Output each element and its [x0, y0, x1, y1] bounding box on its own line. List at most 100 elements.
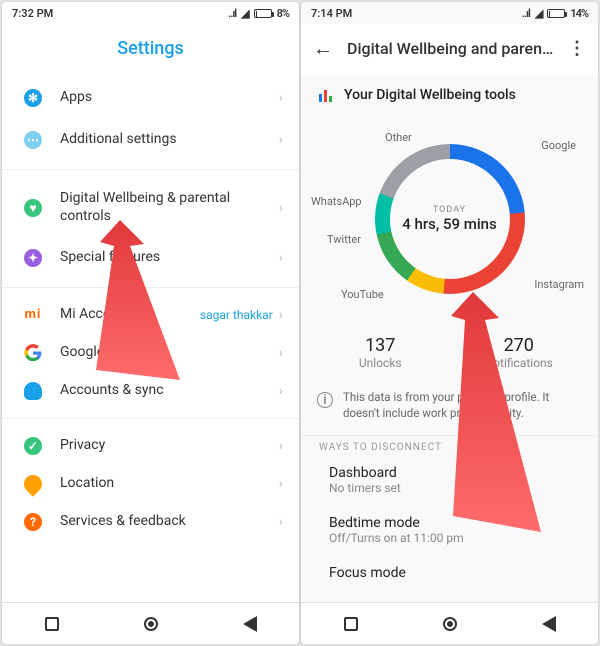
wellbeing-screen: 7:14 PM ..ıl ◢ 14% ← Digital Wellbeing a… [301, 2, 598, 644]
battery-icon [254, 9, 272, 18]
row-label: Digital Wellbeing & parental controls [46, 190, 279, 225]
chevron-right-icon: › [279, 307, 283, 323]
mi-icon: mi [25, 307, 42, 322]
back-button[interactable] [542, 616, 556, 632]
tools-label: Your Digital Wellbeing tools [344, 87, 516, 103]
setting-sub: Off/Turns on at 11:00 pm [329, 531, 570, 545]
chevron-right-icon: › [279, 250, 283, 266]
back-button[interactable] [243, 616, 257, 632]
wellbeing-icon: ♥ [24, 199, 42, 217]
status-time: 7:32 PM [12, 7, 53, 20]
status-icons: ..ıl ◢ 8% [228, 7, 289, 20]
row-label: Apps [46, 89, 279, 107]
google-icon [20, 344, 46, 362]
settings-row-apps[interactable]: ✻ Apps › [2, 77, 299, 119]
setting-sub: No timers set [329, 481, 570, 495]
settings-row-special[interactable]: ✦ Special features › [2, 237, 299, 279]
page-title: Settings [2, 24, 299, 77]
chevron-right-icon: › [279, 476, 283, 492]
battery-percent: 8% [277, 7, 289, 20]
home-button[interactable] [144, 617, 158, 631]
setting-title: Bedtime mode [329, 515, 570, 531]
chevron-right-icon: › [279, 514, 283, 530]
setting-focus[interactable]: Focus mode [301, 555, 598, 591]
location-icon [20, 471, 45, 496]
back-icon[interactable]: ← [313, 36, 333, 61]
accounts-icon [24, 382, 42, 400]
battery-percent: 14% [570, 7, 588, 20]
nav-bar [301, 602, 598, 644]
info-icon: i [317, 392, 333, 408]
chevron-right-icon: › [279, 383, 283, 399]
nav-bar [2, 602, 299, 644]
divider [2, 287, 299, 288]
settings-row-location[interactable]: Location › [2, 465, 299, 503]
setting-dashboard[interactable]: Dashboard No timers set [301, 455, 598, 505]
screen-time-chart[interactable]: TODAY 4 hrs, 59 mins Google Instagram Yo… [301, 109, 598, 329]
stat-label: Unlocks [311, 356, 450, 370]
privacy-icon: ✓ [24, 437, 42, 455]
chart-icon [319, 88, 332, 102]
row-label: Special features [46, 249, 279, 267]
stat-value: 270 [450, 335, 589, 356]
app-bar: ← Digital Wellbeing and paren… ⋮ [301, 24, 598, 75]
row-side: sagar thakkar [200, 308, 273, 322]
chevron-right-icon: › [279, 200, 283, 216]
segment-label-other: Other [385, 131, 412, 144]
donut-chart: TODAY 4 hrs, 59 mins [375, 144, 525, 294]
settings-row-privacy[interactable]: ✓ Privacy › [2, 427, 299, 465]
duration-value: 4 hrs, 59 mins [402, 215, 496, 233]
divider [2, 169, 299, 170]
row-label: Additional settings [46, 131, 279, 149]
row-label: Google [46, 344, 279, 362]
chevron-right-icon: › [279, 345, 283, 361]
additional-icon: ⋯ [24, 131, 42, 149]
status-bar: 7:32 PM ..ıl ◢ 8% [2, 2, 299, 24]
section-header: WAYS TO DISCONNECT [301, 435, 598, 455]
status-time: 7:14 PM [311, 7, 352, 20]
settings-row-wellbeing[interactable]: ♥ Digital Wellbeing & parental controls … [2, 178, 299, 237]
settings-row-accounts[interactable]: Accounts & sync › [2, 372, 299, 410]
more-icon[interactable]: ⋮ [568, 38, 586, 59]
segment-label-twitter: Twitter [327, 233, 361, 246]
setting-title: Focus mode [329, 565, 570, 581]
stats-row: 137 Unlocks 270 Notifications [301, 329, 598, 384]
row-label: Privacy [46, 437, 279, 455]
status-icons: ..ıl ◢ 14% [522, 7, 588, 20]
apps-icon: ✻ [24, 89, 42, 107]
row-label: Mi Account [46, 306, 200, 324]
services-icon: ? [24, 513, 42, 531]
segment-label-instagram: Instagram [534, 278, 584, 291]
recents-button[interactable] [344, 617, 358, 631]
row-label: Location [46, 475, 279, 493]
segment-label-google: Google [541, 139, 576, 152]
stat-notifications[interactable]: 270 Notifications [450, 335, 589, 370]
tools-header: Your Digital Wellbeing tools [301, 75, 598, 109]
row-label: Services & feedback [46, 513, 279, 531]
setting-bedtime[interactable]: Bedtime mode Off/Turns on at 11:00 pm [301, 505, 598, 555]
wifi-icon: ◢ [535, 7, 542, 20]
status-bar: 7:14 PM ..ıl ◢ 14% [301, 2, 598, 24]
stat-label: Notifications [450, 356, 589, 370]
settings-row-services[interactable]: ? Services & feedback › [2, 503, 299, 541]
settings-row-mi-account[interactable]: mi Mi Account sagar thakkar › [2, 296, 299, 334]
wifi-icon: ◢ [241, 7, 248, 20]
signal-icon: ..ıl [228, 7, 236, 20]
special-icon: ✦ [24, 249, 42, 267]
info-note: i This data is from your personal profil… [301, 384, 598, 435]
stat-value: 137 [311, 335, 450, 356]
battery-icon [547, 9, 565, 18]
row-label: Accounts & sync [46, 382, 279, 400]
chevron-right-icon: › [279, 438, 283, 454]
settings-row-google[interactable]: Google › [2, 334, 299, 372]
settings-screen: 7:32 PM ..ıl ◢ 8% Settings ✻ Apps › ⋯ Ad… [2, 2, 299, 644]
settings-row-additional[interactable]: ⋯ Additional settings › [2, 119, 299, 161]
segment-label-whatsapp: WhatsApp [311, 195, 362, 208]
chevron-right-icon: › [279, 132, 283, 148]
stat-unlocks[interactable]: 137 Unlocks [311, 335, 450, 370]
setting-title: Dashboard [329, 465, 570, 481]
screen-title: Digital Wellbeing and paren… [347, 39, 554, 58]
segment-label-youtube: YouTube [341, 288, 384, 301]
home-button[interactable] [443, 617, 457, 631]
recents-button[interactable] [45, 617, 59, 631]
